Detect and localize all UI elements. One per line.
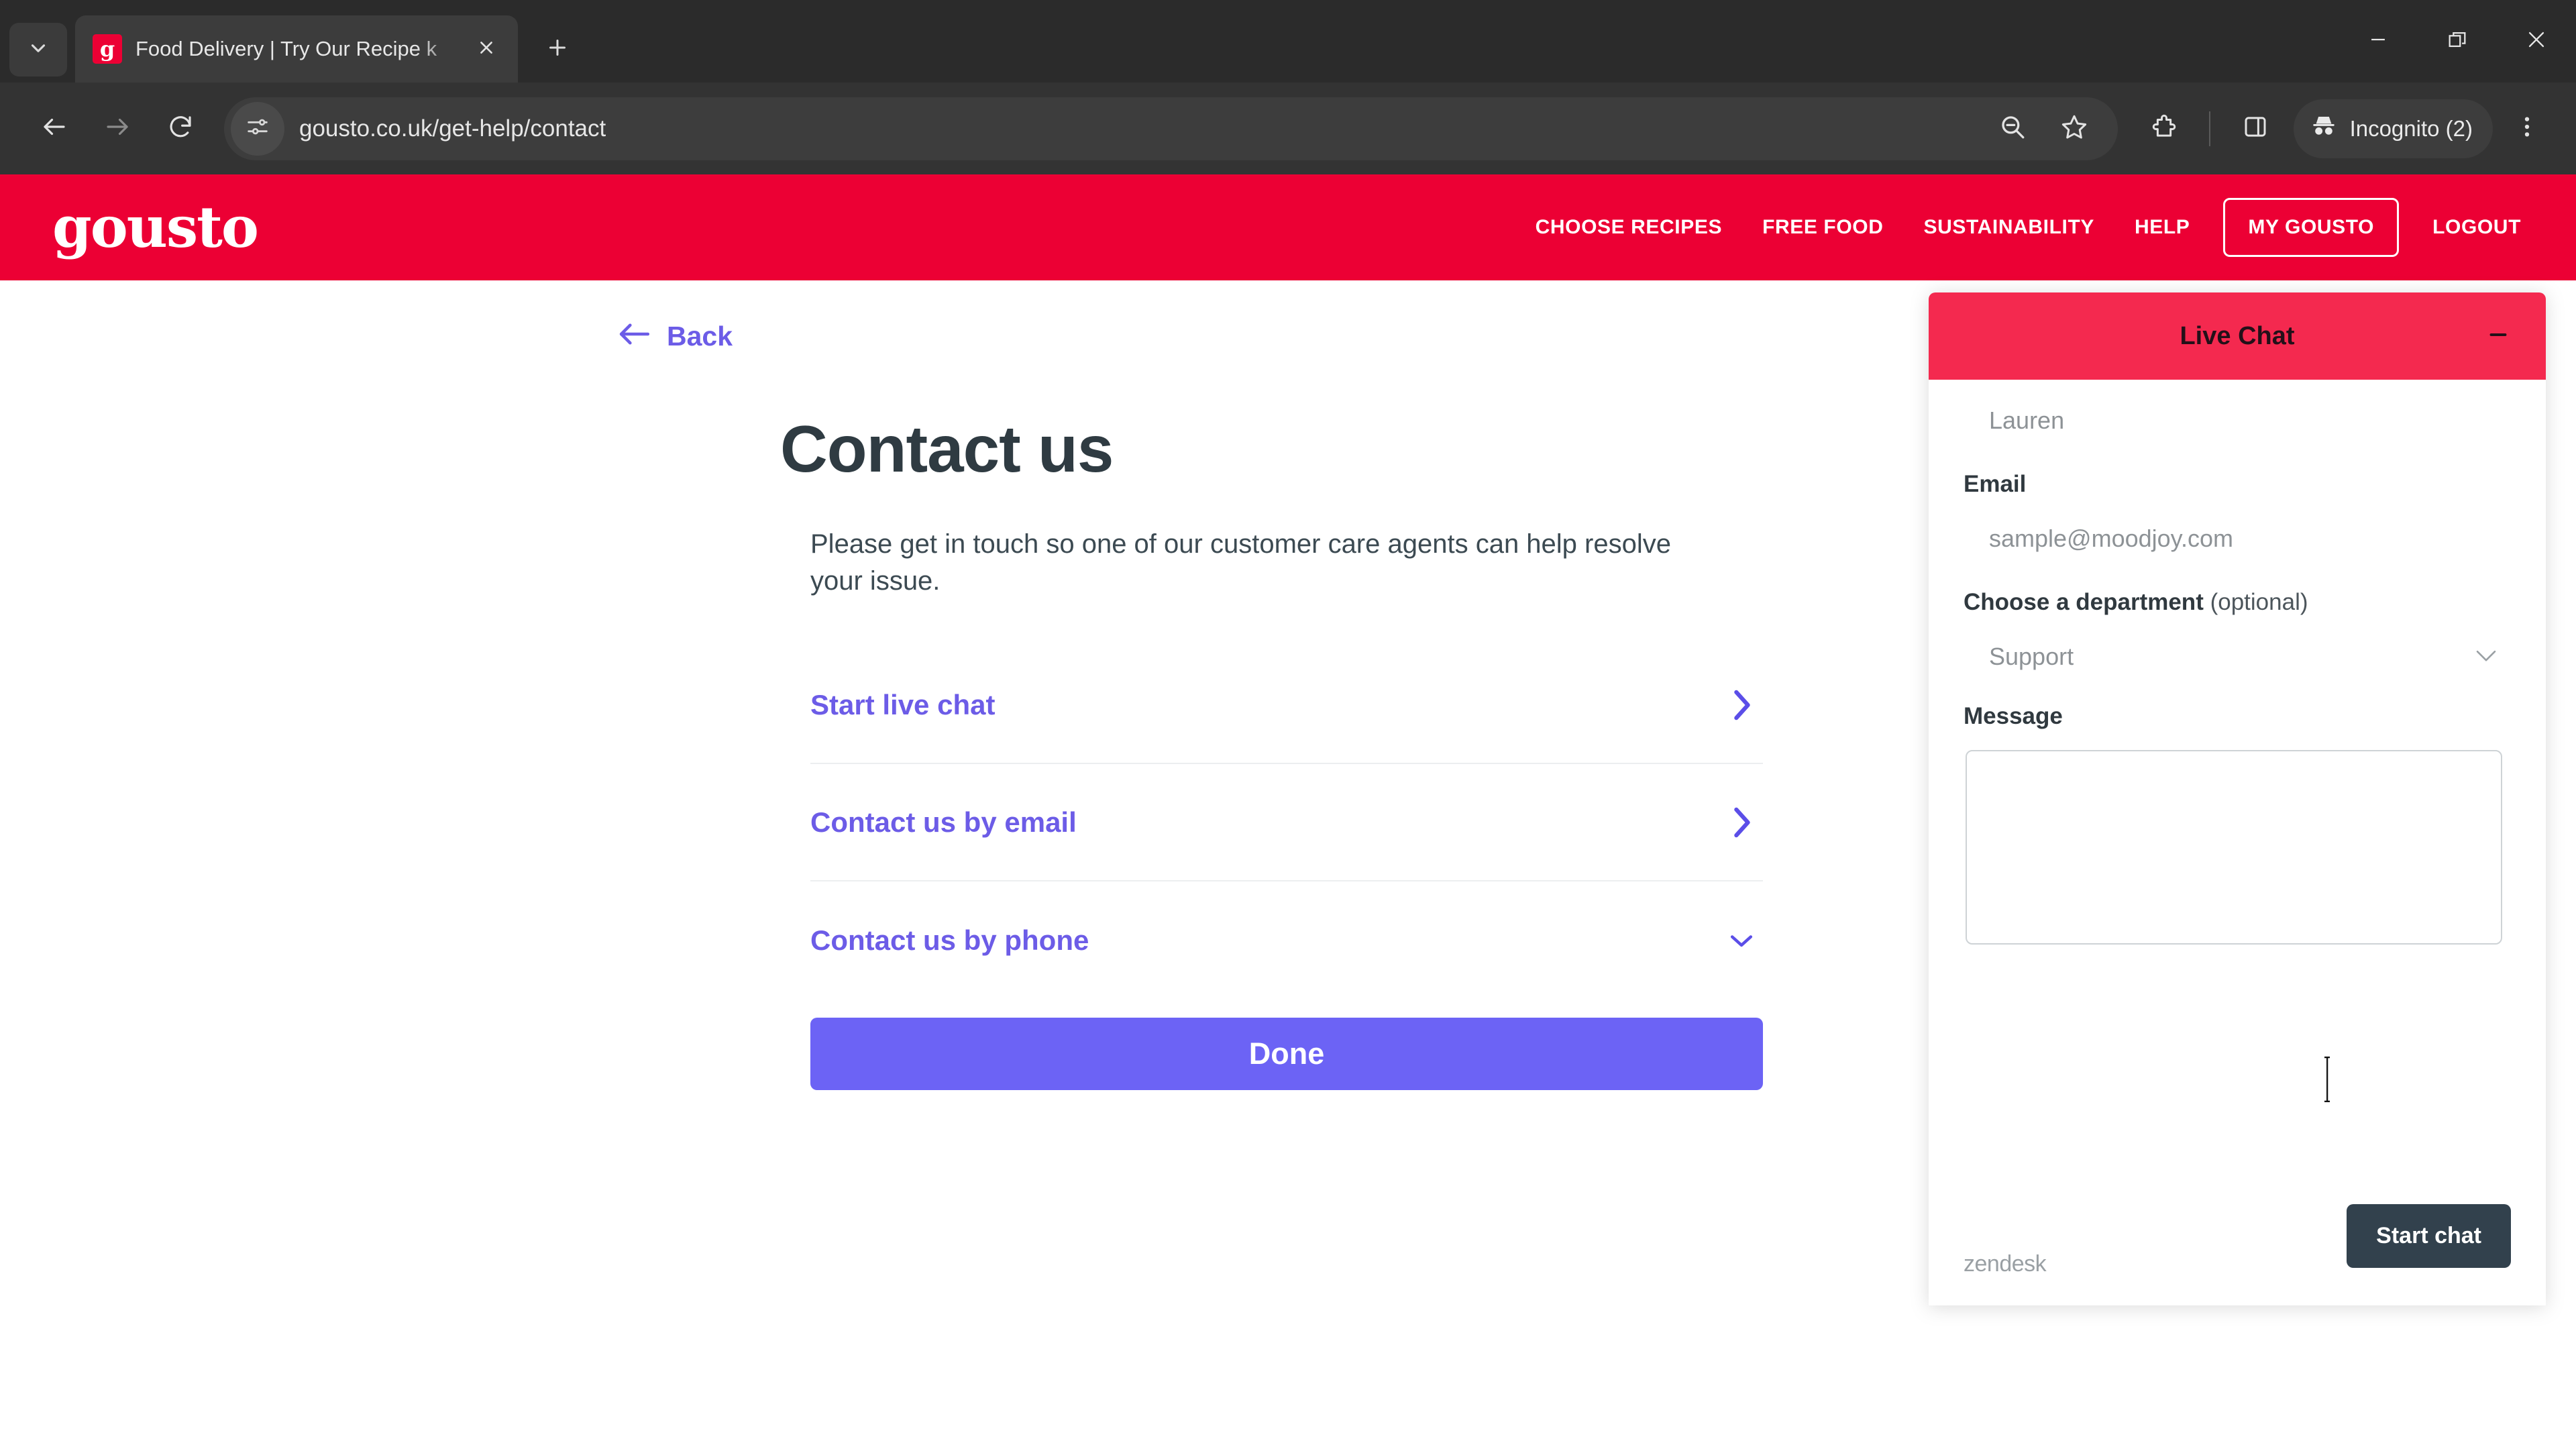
page-intro-text: Please get in touch so one of our custom…: [810, 529, 1671, 596]
contact-option-phone[interactable]: Contact us by phone: [810, 881, 1763, 999]
window-minimize-button[interactable]: [2339, 0, 2418, 83]
back-button[interactable]: [23, 97, 86, 160]
zoom-out-icon: [1998, 113, 2027, 144]
zendesk-brand-mark: zendesk: [1964, 1251, 2047, 1277]
browser-window: g Food Delivery | Try Our Recipe k goust…: [0, 0, 2576, 1449]
tune-icon: [244, 113, 271, 144]
chevron-right-icon: [1729, 806, 1754, 839]
nav-item-logout[interactable]: LOGOUT: [2412, 216, 2541, 239]
department-label-text: Choose a department: [1964, 589, 2204, 615]
tab-strip: g Food Delivery | Try Our Recipe k: [0, 0, 2576, 83]
toolbar-divider: [2208, 111, 2210, 146]
page-content: Back Contact us Please get in touch so o…: [0, 280, 2576, 1449]
tab-title: Food Delivery | Try Our Recipe k: [136, 37, 437, 60]
chevron-down-icon: [27, 37, 50, 63]
email-field-label: Email: [1964, 471, 2027, 497]
department-optional-text: (optional): [2203, 589, 2308, 615]
chevron-down-icon: [2472, 647, 2500, 667]
arrow-left-icon: [617, 321, 651, 352]
contact-option-label: Start live chat: [810, 688, 996, 720]
back-link-label: Back: [667, 321, 733, 352]
back-link[interactable]: Back: [617, 321, 733, 352]
nav-item-help[interactable]: HELP: [2114, 216, 2210, 239]
contact-main-column: Contact us Please get in touch so one of…: [780, 280, 1763, 1091]
side-panel-icon: [2241, 113, 2269, 144]
reload-icon: [166, 113, 195, 144]
email-input[interactable]: sample@moodjoy.com: [1964, 498, 2511, 557]
forward-button[interactable]: [86, 97, 149, 160]
live-chat-title: Live Chat: [2180, 321, 2295, 350]
nav-item-my-gousto[interactable]: MY GOUSTO: [2223, 198, 2400, 257]
tab-close-button[interactable]: [470, 32, 503, 66]
browser-toolbar: gousto.co.uk/get-help/contact Incognito …: [0, 83, 2576, 174]
tab-search-button[interactable]: [9, 23, 67, 76]
live-chat-footer: zendesk Start chat: [1929, 1178, 2546, 1305]
nav-item-sustainability[interactable]: SUSTAINABILITY: [1903, 216, 2114, 239]
site-nav-links: CHOOSE RECIPES FREE FOOD SUSTAINABILITY …: [1515, 198, 2541, 257]
address-bar[interactable]: gousto.co.uk/get-help/contact: [224, 97, 2118, 160]
site-header: gousto CHOOSE RECIPES FREE FOOD SUSTAINA…: [0, 174, 2576, 280]
nav-item-free-food[interactable]: FREE FOOD: [1742, 216, 1903, 239]
window-restore-button[interactable]: [2418, 0, 2497, 83]
live-chat-minimize-button[interactable]: [2480, 318, 2516, 354]
arrow-left-icon: [40, 113, 68, 144]
live-chat-widget: Live Chat Lauren Email sample@moodjoy.co…: [1929, 292, 2546, 1305]
close-icon: [2525, 28, 2548, 54]
browser-menu-button[interactable]: [2496, 97, 2559, 160]
minimize-icon: [2486, 323, 2510, 350]
contact-option-email[interactable]: Contact us by email: [810, 764, 1763, 882]
profile-label: Incognito (2): [2349, 115, 2473, 141]
name-input[interactable]: Lauren: [1964, 380, 2511, 439]
message-field-label: Message: [1964, 703, 2063, 729]
restore-icon: [2446, 28, 2469, 54]
reload-button[interactable]: [149, 97, 212, 160]
done-button[interactable]: Done: [810, 1018, 1763, 1091]
start-chat-button[interactable]: Start chat: [2347, 1203, 2511, 1268]
favicon-gousto: g: [93, 34, 122, 64]
department-selected-value: Support: [1989, 643, 2074, 670]
plus-icon: [545, 36, 570, 63]
contact-options-list: Start live chat Contact us by email Cont…: [810, 647, 1763, 999]
site-settings-button[interactable]: [231, 101, 284, 156]
zoom-out-button[interactable]: [1984, 100, 2041, 158]
contact-option-label: Contact us by phone: [810, 924, 1089, 956]
contact-option-label: Contact us by email: [810, 806, 1077, 838]
profile-button[interactable]: Incognito (2): [2293, 99, 2493, 158]
nav-item-choose-recipes[interactable]: CHOOSE RECIPES: [1515, 216, 1742, 239]
message-textarea[interactable]: [1966, 750, 2502, 945]
gousto-logo[interactable]: gousto: [52, 199, 259, 256]
department-field-label: Choose a department (optional): [1964, 557, 2511, 616]
extensions-button[interactable]: [2133, 97, 2196, 160]
bookmark-button[interactable]: [2045, 100, 2103, 158]
page-viewport: gousto CHOOSE RECIPES FREE FOOD SUSTAINA…: [0, 174, 2576, 1449]
window-close-button[interactable]: [2497, 0, 2576, 83]
browser-tab[interactable]: g Food Delivery | Try Our Recipe k: [75, 15, 518, 83]
minimize-icon: [2367, 28, 2390, 54]
star-icon: [2060, 113, 2088, 144]
live-chat-header[interactable]: Live Chat: [1929, 292, 2546, 380]
side-panel-button[interactable]: [2224, 97, 2287, 160]
text-cursor: [2324, 1057, 2330, 1102]
window-controls: [2339, 0, 2576, 83]
omnibox-actions: [1984, 100, 2103, 158]
new-tab-button[interactable]: [531, 23, 584, 75]
department-select[interactable]: Support: [1964, 616, 2511, 671]
close-icon: [478, 39, 495, 60]
url-text: gousto.co.uk/get-help/contact: [299, 115, 606, 142]
chevron-down-icon: [1729, 924, 1754, 957]
live-chat-form: Lauren Email sample@moodjoy.com Choose a…: [1929, 380, 2546, 945]
kebab-menu-icon: [2513, 113, 2541, 144]
toolbar-right: Incognito (2): [2133, 97, 2559, 160]
arrow-right-icon: [103, 113, 131, 144]
page-title: Contact us: [780, 412, 1114, 486]
extensions-puzzle-icon: [2150, 113, 2178, 144]
incognito-icon: [2310, 112, 2338, 146]
chevron-right-icon: [1729, 688, 1754, 722]
contact-option-start-live-chat[interactable]: Start live chat: [810, 647, 1763, 765]
